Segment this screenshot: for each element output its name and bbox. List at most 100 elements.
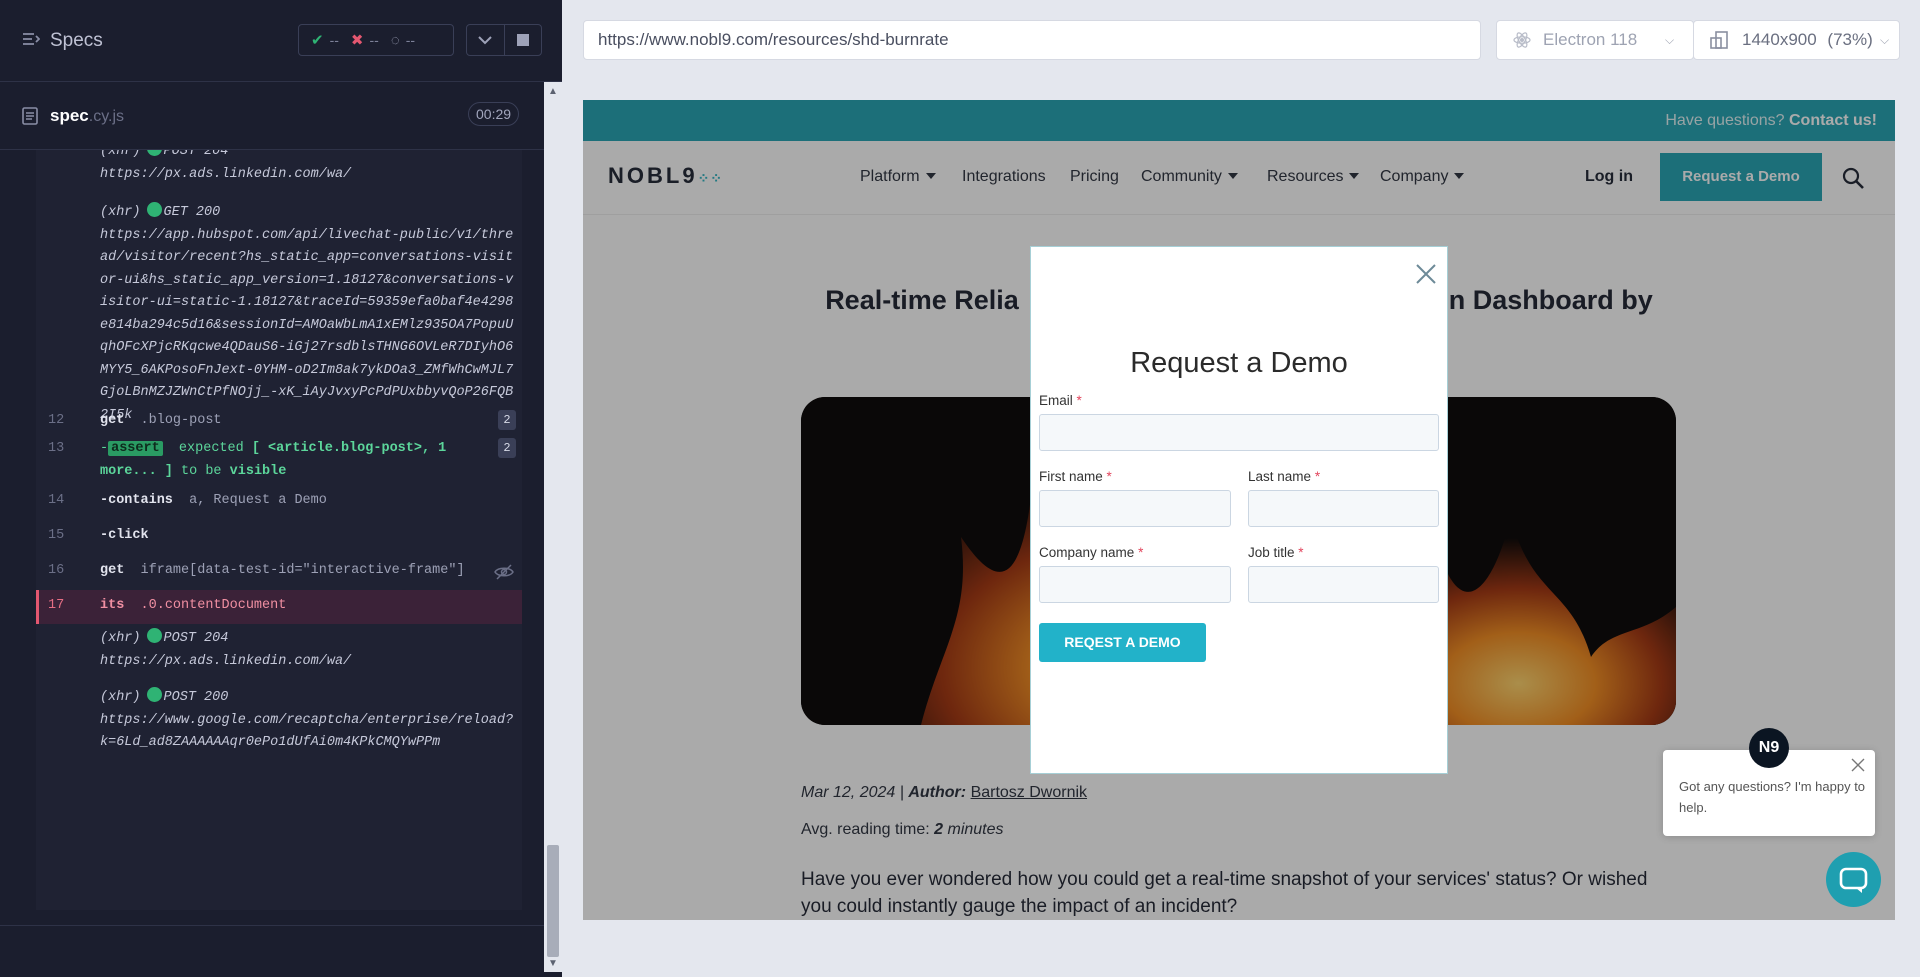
required-mark: * xyxy=(1298,545,1304,560)
status-dot-icon xyxy=(146,628,162,643)
command-arg: .blog-post xyxy=(140,413,222,428)
xhr-label: (xhr) xyxy=(100,150,141,159)
failed-command-row[interactable]: 17 its .0.contentDocument xyxy=(36,590,522,624)
command-name: -contains xyxy=(100,493,173,508)
viewport-size: 1440x900 xyxy=(1742,30,1817,49)
company-field[interactable] xyxy=(1039,566,1231,603)
specs-title[interactable]: Specs xyxy=(50,30,103,52)
command-number: 12 xyxy=(48,413,65,428)
document-icon xyxy=(22,107,38,125)
xhr-method: GET 200 xyxy=(163,205,221,220)
status-dot-icon xyxy=(146,202,162,217)
command-name: -click xyxy=(100,528,149,543)
required-mark: * xyxy=(1076,393,1082,408)
command-row[interactable]: 16 get iframe[data-test-id="interactive-… xyxy=(36,560,522,583)
assert-prefix: - xyxy=(100,441,109,456)
scrollbar-thumb[interactable] xyxy=(547,845,559,957)
required-mark: * xyxy=(1106,469,1112,484)
command-name: its xyxy=(100,598,125,613)
expand-button[interactable] xyxy=(467,25,504,55)
chevron-down-icon xyxy=(478,36,493,45)
status-dot-icon xyxy=(146,687,162,702)
element-count-badge: 2 xyxy=(498,410,516,430)
stop-icon xyxy=(516,34,529,46)
assert-tag: assert xyxy=(108,441,163,456)
stop-button[interactable] xyxy=(503,25,541,55)
viewport-selector[interactable]: 1440x900 (73%) ⌵ xyxy=(1693,20,1900,60)
command-row[interactable]: 12 get .blog-post 2 xyxy=(36,410,522,433)
pending-count: -- xyxy=(405,32,416,48)
email-field[interactable] xyxy=(1039,414,1439,451)
last-name-field[interactable] xyxy=(1248,490,1439,527)
xhr-url: https://px.ads.linkedin.com/wa/ xyxy=(100,166,352,182)
element-count-badge: 2 xyxy=(498,438,516,458)
spec-duration: 00:29 xyxy=(468,102,520,126)
spec-file-name: spec xyxy=(50,106,89,125)
specs-header: Specs ✔ -- ✖ -- ◌ -- xyxy=(0,0,562,82)
scroll-down-arrow-icon[interactable]: ▼ xyxy=(548,958,558,969)
assert-row[interactable]: 13 - assert expected [ <article.blog-post… xyxy=(36,438,522,483)
first-name-label: First name * xyxy=(1039,469,1112,484)
command-number: 17 xyxy=(48,598,65,613)
label-text: Company name xyxy=(1039,545,1135,560)
status-dot-icon xyxy=(146,150,162,156)
pending-icon: ◌ xyxy=(390,31,400,49)
xhr-log-entry[interactable]: (xhr) GET 200 https://app.hubspot.com/api… xyxy=(36,202,522,427)
assert-expected: expected xyxy=(178,441,244,456)
label-text: Last name xyxy=(1248,469,1312,484)
app-preview: Have questions? Contact us! NOBL9⁘⁘ Plat… xyxy=(583,100,1895,920)
test-stats: ✔ -- ✖ -- ◌ -- xyxy=(298,24,454,56)
label-text: First name xyxy=(1039,469,1103,484)
specs-menu-icon[interactable] xyxy=(22,30,40,48)
assert-visible: visible xyxy=(229,463,287,479)
xhr-log-entry[interactable]: (xhr) POST 200 https://www.google.com/rec… xyxy=(36,687,522,755)
url-bar[interactable]: https://www.nobl9.com/resources/shd-burn… xyxy=(583,20,1481,60)
scroll-up-arrow-icon[interactable]: ▲ xyxy=(548,86,558,97)
xhr-label: (xhr) xyxy=(100,690,141,705)
close-icon[interactable] xyxy=(1415,263,1437,285)
command-number: 16 xyxy=(48,563,65,578)
command-arg: a, Request a Demo xyxy=(189,493,327,508)
required-mark: * xyxy=(1138,545,1144,560)
failed-count: -- xyxy=(369,32,379,48)
command-number: 13 xyxy=(48,441,65,456)
pending-stat: ◌ -- xyxy=(391,32,415,49)
command-row[interactable]: 14 -contains a, Request a Demo xyxy=(36,490,522,513)
xhr-method: POST 204 xyxy=(163,631,229,646)
label-text: Job title xyxy=(1248,545,1295,560)
check-icon: ✔ xyxy=(311,32,324,49)
xhr-label: (xhr) xyxy=(100,205,141,220)
company-label: Company name * xyxy=(1039,545,1143,560)
command-arg: iframe[data-test-id="interactive-frame"] xyxy=(140,563,465,578)
chat-bubble-icon xyxy=(1839,867,1868,893)
label-text: Email xyxy=(1039,393,1073,408)
command-number: 14 xyxy=(48,493,65,508)
chat-avatar: N9 xyxy=(1749,728,1789,768)
failed-stat: ✖ -- xyxy=(351,31,379,49)
spec-name[interactable]: spec.cy.js xyxy=(50,106,124,126)
chevron-down-icon: ⌵ xyxy=(1665,33,1675,47)
reporter-scrollbar[interactable] xyxy=(544,82,562,972)
command-name: get xyxy=(100,563,125,578)
first-name-field[interactable] xyxy=(1039,490,1231,527)
command-name: get xyxy=(100,413,125,428)
passed-stat: ✔ -- xyxy=(311,31,339,49)
modal-title: Request a Demo xyxy=(1130,347,1348,379)
last-name-label: Last name * xyxy=(1248,469,1320,484)
submit-demo-button[interactable]: REQEST A DEMO xyxy=(1039,623,1206,662)
xhr-url: https://www.google.com/recaptcha/enterpr… xyxy=(100,712,514,751)
viewport-zoom: (73%) xyxy=(1827,30,1873,49)
chat-launcher-button[interactable] xyxy=(1826,852,1881,907)
command-log: (xhr) POST 204 https://px.ads.linkedin.co… xyxy=(36,150,522,910)
browser-selector[interactable]: Electron 118 ⌵ xyxy=(1496,20,1694,60)
xhr-label: (xhr) xyxy=(100,631,141,646)
command-row[interactable]: 15 -click xyxy=(36,525,522,548)
command-number: 15 xyxy=(48,528,65,543)
job-title-field[interactable] xyxy=(1248,566,1439,603)
close-icon[interactable] xyxy=(1851,758,1865,772)
spec-file-ext: .cy.js xyxy=(88,108,125,125)
spec-header: spec.cy.js 00:29 xyxy=(0,82,544,150)
xhr-log-entry[interactable]: (xhr) POST 204 https://px.ads.linkedin.co… xyxy=(36,150,522,186)
xhr-url: https://px.ads.linkedin.com/wa/ xyxy=(100,653,352,669)
xhr-log-entry[interactable]: (xhr) POST 204 https://px.ads.linkedin.co… xyxy=(36,628,522,673)
